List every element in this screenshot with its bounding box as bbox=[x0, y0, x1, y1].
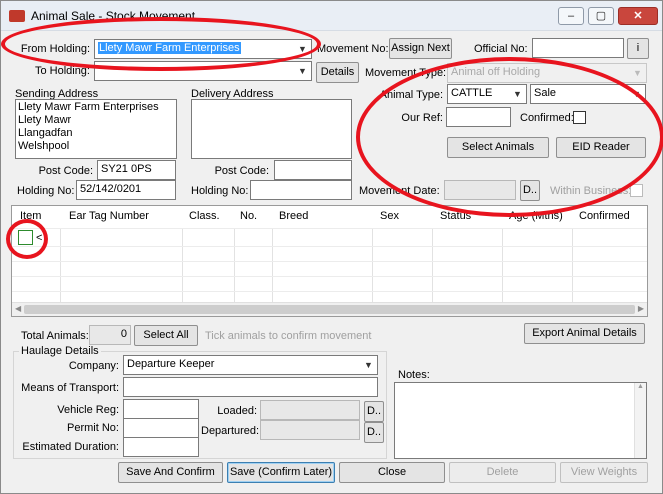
annotation-circle-from-holding bbox=[1, 17, 321, 71]
permit-no-input[interactable] bbox=[123, 418, 199, 438]
means-of-transport-label: Means of Transport: bbox=[21, 382, 119, 394]
sending-holding-no-input[interactable]: 52/142/0201 bbox=[76, 180, 176, 200]
details-button[interactable]: Details bbox=[316, 62, 359, 83]
permit-no-label: Permit No: bbox=[67, 422, 119, 434]
official-no-input[interactable] bbox=[532, 38, 624, 58]
notes-label: Notes: bbox=[398, 369, 430, 381]
scroll-up-icon[interactable]: ▲ bbox=[635, 383, 646, 390]
column-header-breed[interactable]: Breed bbox=[279, 210, 308, 222]
delivery-holding-no-input[interactable] bbox=[250, 180, 352, 200]
sending-address-box[interactable]: Llety Mawr Farm Enterprises Llety Mawr L… bbox=[15, 99, 177, 159]
minimize-button[interactable]: – bbox=[558, 7, 584, 25]
movement-no-label: Movement No: bbox=[317, 43, 389, 55]
chevron-down-icon: ▼ bbox=[298, 66, 307, 76]
tick-animals-hint: Tick animals to confirm movement bbox=[205, 330, 372, 342]
chevron-down-icon: ▼ bbox=[633, 68, 642, 78]
delivery-post-code-label: Post Code: bbox=[214, 165, 269, 177]
official-no-label: Official No: bbox=[474, 43, 528, 55]
departured-date-picker-button[interactable]: D.. bbox=[364, 422, 384, 443]
delivery-post-code-input[interactable] bbox=[274, 160, 352, 180]
company-select[interactable]: Departure Keeper ▼ bbox=[123, 355, 378, 375]
grid-row-line bbox=[12, 228, 647, 229]
column-header-confirmed[interactable]: Confirmed bbox=[579, 210, 630, 222]
delete-button[interactable]: Delete bbox=[449, 462, 556, 483]
scrollbar-thumb[interactable] bbox=[24, 305, 635, 314]
column-header-ear-tag[interactable]: Ear Tag Number bbox=[69, 210, 149, 222]
animals-grid[interactable]: Item Ear Tag Number Class. No. Breed Sex… bbox=[11, 205, 648, 317]
scroll-left-icon[interactable]: ◀ bbox=[15, 304, 21, 313]
means-of-transport-input[interactable] bbox=[123, 377, 378, 397]
grid-row-line bbox=[12, 261, 647, 262]
close-button[interactable]: Close bbox=[339, 462, 445, 483]
total-animals-value: 0 bbox=[89, 325, 131, 345]
loaded-date-picker-button[interactable]: D.. bbox=[364, 401, 384, 422]
sending-post-code-input[interactable]: SY21 0PS bbox=[97, 160, 176, 180]
assign-next-button[interactable]: Assign Next bbox=[389, 38, 452, 59]
within-business-checkbox[interactable] bbox=[630, 184, 643, 197]
loaded-label: Loaded: bbox=[217, 405, 257, 417]
address-line: Llety Mawr bbox=[18, 114, 72, 126]
vehicle-reg-input[interactable] bbox=[123, 399, 199, 419]
sending-post-code-label: Post Code: bbox=[38, 165, 93, 177]
annotation-circle-row-checkbox bbox=[6, 219, 48, 259]
select-all-button[interactable]: Select All bbox=[134, 325, 198, 346]
total-animals-label: Total Animals: bbox=[21, 330, 89, 342]
save-and-confirm-button[interactable]: Save And Confirm bbox=[118, 462, 223, 483]
estimated-duration-input[interactable] bbox=[123, 437, 199, 457]
column-header-no[interactable]: No. bbox=[240, 210, 257, 222]
column-header-class[interactable]: Class. bbox=[189, 210, 220, 222]
company-label: Company: bbox=[68, 360, 119, 372]
save-confirm-later-button[interactable]: Save (Confirm Later) bbox=[227, 462, 335, 483]
sending-holding-no-label: Holding No: bbox=[17, 185, 75, 197]
loaded-input[interactable] bbox=[260, 400, 360, 420]
close-window-button[interactable]: ✕ bbox=[618, 7, 658, 25]
grid-horizontal-scrollbar[interactable]: ◀ ▶ bbox=[12, 302, 647, 316]
scroll-right-icon[interactable]: ▶ bbox=[638, 304, 644, 313]
grid-row-line bbox=[12, 291, 647, 292]
chevron-down-icon: ▼ bbox=[364, 360, 373, 370]
stock-movement-window: Animal Sale - Stock Movement – ▢ ✕ From … bbox=[0, 0, 663, 494]
departured-input[interactable] bbox=[260, 420, 360, 440]
departured-label: Departured: bbox=[201, 425, 260, 437]
view-weights-button[interactable]: View Weights bbox=[560, 462, 648, 483]
notes-scrollbar[interactable]: ▲ bbox=[634, 383, 646, 458]
address-line: Llety Mawr Farm Enterprises bbox=[18, 101, 159, 113]
notes-textarea[interactable] bbox=[394, 382, 647, 459]
address-line: Welshpool bbox=[18, 140, 70, 152]
vehicle-reg-label: Vehicle Reg: bbox=[57, 404, 119, 416]
estimated-duration-label: Estimated Duration: bbox=[22, 441, 119, 453]
column-header-sex[interactable]: Sex bbox=[380, 210, 399, 222]
grid-row-line bbox=[12, 276, 647, 277]
address-line: Llangadfan bbox=[18, 127, 73, 139]
info-button[interactable]: i bbox=[627, 38, 649, 59]
app-icon bbox=[9, 10, 25, 22]
maximize-button[interactable]: ▢ bbox=[588, 7, 614, 25]
delivery-address-box[interactable] bbox=[191, 99, 352, 159]
grid-row-line bbox=[12, 246, 647, 247]
delivery-holding-no-label: Holding No: bbox=[191, 185, 249, 197]
company-value: Departure Keeper bbox=[127, 358, 215, 370]
haulage-details-label: Haulage Details bbox=[19, 345, 101, 357]
export-animal-details-button[interactable]: Export Animal Details bbox=[524, 323, 645, 344]
annotation-circle-animal-panel bbox=[356, 57, 663, 217]
